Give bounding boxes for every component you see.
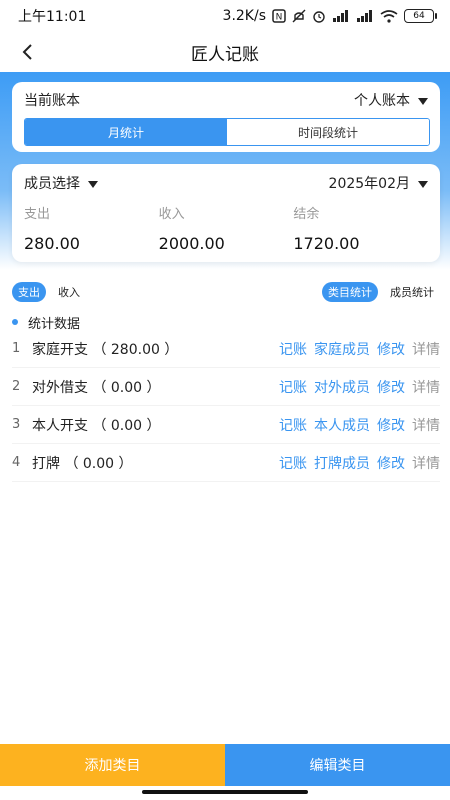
edit-category-button[interactable]: 编辑类目: [225, 744, 450, 786]
stat-mode-tabs: 月统计 时间段统计: [24, 118, 430, 146]
item-name: 打牌 （ 0.00 ）: [32, 455, 133, 472]
battery-level: 64: [413, 11, 425, 21]
stat-value: 280.00: [24, 234, 80, 253]
account-card: 当前账本 个人账本 月统计 时间段统计: [12, 82, 440, 152]
category-list: 1 家庭开支 （ 280.00 ） 记账 家庭成员 修改 详情 2 对外借支 （ 0…: [12, 330, 440, 482]
edit-link[interactable]: 修改: [377, 453, 405, 473]
battery-icon: 64: [404, 9, 437, 23]
item-name: 对外借支 （ 0.00 ）: [32, 379, 161, 396]
section-title: 统计数据: [28, 316, 81, 332]
nav-bar: 匠人记账: [0, 32, 450, 72]
item-index: 1: [12, 341, 21, 356]
stat-value: 2000.00: [158, 234, 225, 253]
summary-card: 成员选择 2025年02月 支出 280.00 收入 2000.00 结余 17…: [12, 164, 440, 262]
signal-icon: [332, 10, 350, 22]
member-label: 成员选择: [24, 176, 80, 192]
chip-category-stats[interactable]: 类目统计: [322, 282, 378, 302]
svg-text:N: N: [276, 13, 283, 23]
tab-monthly[interactable]: 月统计: [25, 119, 227, 145]
stat-income: 收入 2000.00: [159, 203, 294, 253]
stat-label: 收入: [158, 207, 185, 222]
signal-icon-2: [356, 10, 374, 22]
item-name: 本人开支 （ 0.00 ）: [32, 417, 161, 434]
mode-filter: 类目统计 成员统计: [322, 282, 440, 302]
bottom-bar: 添加类目 编辑类目: [0, 744, 450, 786]
member-link[interactable]: 家庭成员: [314, 339, 370, 359]
record-link[interactable]: 记账: [279, 453, 307, 473]
summary-stats: 支出 280.00 收入 2000.00 结余 1720.00: [24, 203, 428, 253]
stat-value: 1720.00: [293, 234, 360, 253]
status-time: 上午11:01: [18, 9, 87, 25]
item-index: 2: [12, 379, 21, 394]
chevron-down-icon: [418, 180, 428, 188]
account-label: 当前账本: [24, 93, 80, 109]
detail-link[interactable]: 详情: [412, 377, 440, 397]
chip-member-stats[interactable]: 成员统计: [384, 282, 440, 302]
record-link[interactable]: 记账: [279, 377, 307, 397]
add-category-button[interactable]: 添加类目: [0, 744, 225, 786]
record-link[interactable]: 记账: [279, 415, 307, 435]
edit-link[interactable]: 修改: [377, 339, 405, 359]
home-indicator: [142, 790, 308, 794]
stat-label: 支出: [24, 207, 51, 222]
section-header: 统计数据: [12, 312, 80, 332]
page-title: 匠人记账: [191, 44, 259, 65]
item-name: 家庭开支 （ 280.00 ）: [32, 341, 179, 358]
list-item: 1 家庭开支 （ 280.00 ） 记账 家庭成员 修改 详情: [12, 330, 440, 368]
member-link[interactable]: 打牌成员: [314, 453, 370, 473]
network-speed: 3.2K/s: [222, 8, 266, 24]
member-link[interactable]: 本人成员: [314, 415, 370, 435]
item-index: 3: [12, 417, 21, 432]
account-select[interactable]: 个人账本: [354, 90, 428, 110]
detail-link[interactable]: 详情: [412, 453, 440, 473]
list-item: 3 本人开支 （ 0.00 ） 记账 本人成员 修改 详情: [12, 406, 440, 444]
account-value: 个人账本: [354, 93, 410, 109]
detail-link[interactable]: 详情: [412, 339, 440, 359]
stat-balance: 结余 1720.00: [293, 203, 428, 253]
bullet-dot-icon: [12, 319, 18, 325]
member-select[interactable]: 成员选择: [24, 173, 98, 193]
alarm-icon: [312, 9, 326, 23]
status-bar: 上午11:01 3.2K/s N 64: [0, 0, 450, 32]
chip-expense[interactable]: 支出: [12, 282, 46, 302]
chevron-down-icon: [88, 180, 98, 188]
nfc-icon: N: [272, 9, 286, 23]
list-item: 4 打牌 （ 0.00 ） 记账 打牌成员 修改 详情: [12, 444, 440, 482]
status-icons: 3.2K/s N 64: [222, 8, 437, 24]
stat-expense: 支出 280.00: [24, 203, 159, 253]
stat-label: 结余: [293, 207, 320, 222]
edit-link[interactable]: 修改: [377, 377, 405, 397]
chevron-down-icon: [418, 97, 428, 105]
member-link[interactable]: 对外成员: [314, 377, 370, 397]
edit-link[interactable]: 修改: [377, 415, 405, 435]
chip-income[interactable]: 收入: [52, 282, 86, 302]
month-select[interactable]: 2025年02月: [329, 173, 428, 193]
mute-icon: [292, 9, 306, 23]
detail-link[interactable]: 详情: [412, 415, 440, 435]
tab-period[interactable]: 时间段统计: [227, 119, 429, 145]
record-link[interactable]: 记账: [279, 339, 307, 359]
filter-row: 支出 收入 类目统计 成员统计: [12, 281, 440, 303]
month-value: 2025年02月: [328, 176, 410, 192]
back-icon[interactable]: [14, 38, 42, 66]
type-filter: 支出 收入: [12, 282, 86, 302]
wifi-icon: [380, 9, 398, 23]
item-index: 4: [12, 455, 21, 470]
list-item: 2 对外借支 （ 0.00 ） 记账 对外成员 修改 详情: [12, 368, 440, 406]
